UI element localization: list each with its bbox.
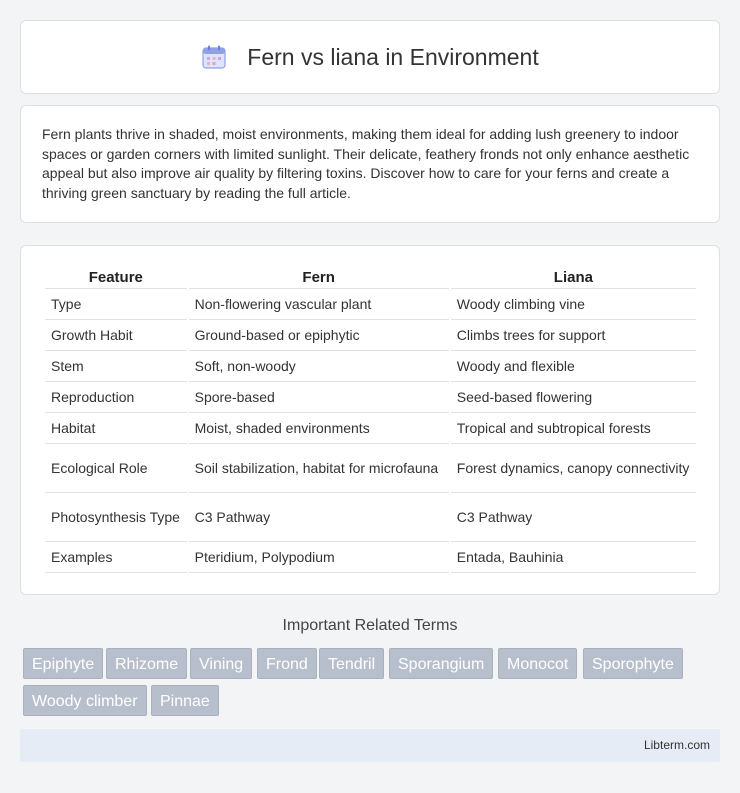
table-cell: Photosynthesis Type	[45, 493, 187, 542]
table-row: Reproduction Spore-based Seed-based flow…	[45, 382, 696, 413]
table-row: Examples Pteridium, Polypodium Entada, B…	[45, 542, 696, 573]
table-cell: C3 Pathway	[450, 493, 696, 542]
tag-sporangium[interactable]: Sporangium	[389, 648, 494, 679]
table-cell: Moist, shaded environments	[188, 413, 449, 444]
table-header-row: Feature Fern Liana	[45, 266, 696, 289]
table-cell: Seed-based flowering	[450, 382, 696, 413]
table-cell: Examples	[45, 542, 187, 573]
table-cell: Habitat	[45, 413, 187, 444]
table-cell: Entada, Bauhinia	[450, 542, 696, 573]
table-cell: Climbs trees for support	[450, 320, 696, 351]
tag-monocot[interactable]: Monocot	[498, 648, 578, 679]
column-header: Fern	[188, 266, 449, 289]
table-row: Ecological Role Soil stabilization, habi…	[45, 444, 696, 493]
footer: Libterm.com	[20, 729, 720, 762]
table-row: Type Non-flowering vascular plant Woody …	[45, 289, 696, 320]
tag-tendril[interactable]: Tendril	[319, 648, 385, 679]
table-cell: Soft, non-woody	[188, 351, 449, 382]
intro-text: Fern plants thrive in shaded, moist envi…	[42, 126, 690, 201]
related-terms-title: Important Related Terms	[282, 617, 458, 634]
column-header: Liana	[450, 266, 696, 289]
calendar-icon	[201, 44, 227, 70]
tag-rhizome[interactable]: Rhizome	[106, 648, 188, 679]
table-cell: Tropical and subtropical forests	[450, 413, 696, 444]
table-cell: Forest dynamics, canopy connectivity	[450, 444, 696, 493]
table-cell: Type	[45, 289, 187, 320]
table-cell: C3 Pathway	[188, 493, 449, 542]
intro-card: Fern plants thrive in shaded, moist envi…	[20, 105, 720, 223]
table-cell: Pteridium, Polypodium	[188, 542, 449, 573]
column-header: Feature	[45, 266, 187, 289]
comparison-table: Feature Fern Liana Type Non-flowering va…	[43, 266, 698, 573]
table-cell: Stem	[45, 351, 187, 382]
comparison-card: Feature Fern Liana Type Non-flowering va…	[20, 245, 720, 595]
table-cell: Reproduction	[45, 382, 187, 413]
table-row: Photosynthesis Type C3 Pathway C3 Pathwa…	[45, 493, 696, 542]
tag-sporophyte[interactable]: Sporophyte	[583, 648, 683, 679]
table-cell: Spore-based	[188, 382, 449, 413]
table-cell: Ecological Role	[45, 444, 187, 493]
tag-epiphyte[interactable]: Epiphyte	[23, 648, 104, 679]
tag-frond[interactable]: Frond	[257, 648, 317, 679]
tag-vining[interactable]: Vining	[190, 648, 253, 679]
table-cell: Woody and flexible	[450, 351, 696, 382]
tag-pinnae[interactable]: Pinnae	[151, 685, 219, 716]
table-row: Growth Habit Ground-based or epiphytic C…	[45, 320, 696, 351]
table-cell: Non-flowering vascular plant	[188, 289, 449, 320]
table-row: Stem Soft, non-woody Woody and flexible	[45, 351, 696, 382]
tag-woody-climber[interactable]: Woody climber	[23, 685, 147, 716]
table-cell: Growth Habit	[45, 320, 187, 351]
page-title: Fern vs liana in Environment	[247, 43, 539, 70]
table-row: Habitat Moist, shaded environments Tropi…	[45, 413, 696, 444]
header-card: Fern vs liana in Environment	[20, 20, 720, 94]
table-cell: Soil stabilization, habitat for microfau…	[188, 444, 449, 493]
footer-site-link[interactable]: Libterm.com	[644, 738, 710, 752]
table-cell: Woody climbing vine	[450, 289, 696, 320]
table-cell: Ground-based or epiphytic	[188, 320, 449, 351]
